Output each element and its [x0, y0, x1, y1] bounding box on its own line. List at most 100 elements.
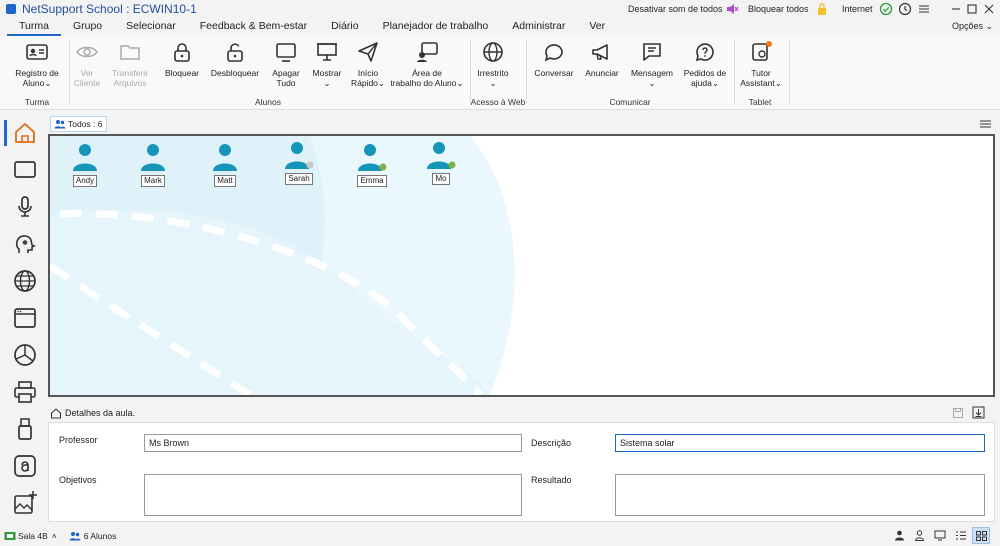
- printer-icon[interactable]: [12, 379, 38, 405]
- microphone-icon[interactable]: [12, 194, 38, 220]
- result-field[interactable]: [615, 474, 985, 516]
- view-menu-icon[interactable]: [980, 119, 991, 129]
- view-client-button[interactable]: Ver Cliente: [72, 40, 102, 88]
- student-tile[interactable]: Matt: [210, 142, 240, 187]
- show-button[interactable]: Mostrar ⌄: [310, 40, 344, 88]
- group-users-icon: [54, 120, 66, 129]
- transfer-files-line1: Transferir: [111, 68, 149, 78]
- minimize-icon[interactable]: [950, 3, 962, 15]
- help-requests-button[interactable]: Pedidos de ajuda⌄: [680, 40, 730, 88]
- student-tile[interactable]: Sarah: [284, 140, 314, 185]
- tab-turma[interactable]: Turma: [7, 18, 61, 36]
- classroom-view[interactable]: Andy Mark Matt Sarah Emma Mo: [48, 134, 995, 397]
- speaker-mute-icon: [726, 4, 739, 14]
- all-students-tab[interactable]: Todos : 6: [50, 116, 107, 132]
- ribbon-separator: [69, 40, 70, 104]
- group-label-students: Alunos: [255, 97, 281, 107]
- unrestricted-label: Irrestrito: [477, 68, 509, 78]
- ribbon-separator: [734, 40, 735, 104]
- icon-view-button[interactable]: [972, 527, 990, 544]
- ribbon: Registro de Aluno⌄ Ver Cliente Transferi…: [0, 36, 1000, 110]
- result-label: Resultado: [531, 475, 572, 485]
- announce-button[interactable]: Anunciar: [582, 40, 622, 78]
- student-tile[interactable]: Mo: [426, 140, 456, 185]
- quick-launch-button[interactable]: Início Rápido⌄: [348, 40, 388, 88]
- menu-bar: Turma Grupo Selecionar Feedback & Bem-es…: [0, 18, 1000, 36]
- grid-view-icon: [976, 531, 987, 541]
- student-register-line2: Aluno: [22, 78, 45, 88]
- tab-administrar[interactable]: Administrar: [500, 18, 577, 36]
- teacher-field[interactable]: Ms Brown: [144, 434, 522, 452]
- description-field[interactable]: Sistema solar: [615, 434, 985, 452]
- usb-drive-icon[interactable]: [12, 416, 38, 442]
- student-desktop-button[interactable]: Área de trabalho do Aluno⌄: [386, 40, 468, 88]
- window-title: NetSupport School : ECWIN10-1: [22, 2, 197, 16]
- hamburger-menu-icon[interactable]: [918, 3, 930, 15]
- close-icon[interactable]: [983, 3, 995, 15]
- blank-all-button[interactable]: Apagar Tudo: [268, 40, 304, 88]
- mute-all-label: Desativar som de todos: [628, 4, 723, 14]
- lock-button[interactable]: Bloquear: [163, 40, 201, 78]
- export-icon[interactable]: [972, 406, 985, 419]
- tab-feedback[interactable]: Feedback & Bem-estar: [188, 18, 319, 36]
- tab-ver[interactable]: Ver: [577, 18, 617, 36]
- browser-window-icon[interactable]: [12, 305, 38, 331]
- user-outline-icon[interactable]: [914, 530, 925, 541]
- tab-planejador[interactable]: Planejador de trabalho: [371, 18, 501, 36]
- tab-diario[interactable]: Diário: [319, 18, 370, 36]
- unlock-button[interactable]: Desbloquear: [208, 40, 262, 78]
- eye-icon: [76, 46, 98, 58]
- help-bubble-icon: [695, 43, 714, 62]
- student-register-button[interactable]: Registro de Aluno⌄: [8, 40, 66, 88]
- group-label-class: Turma: [24, 97, 50, 107]
- help-requests-line2: ajuda: [691, 78, 712, 88]
- tab-grupo[interactable]: Grupo: [61, 18, 114, 36]
- user-filled-icon[interactable]: [894, 530, 905, 541]
- room-label[interactable]: Sala 4B: [18, 531, 48, 541]
- student-user-icon: [285, 142, 314, 169]
- screen-icon[interactable]: [12, 157, 38, 183]
- objectives-label: Objetivos: [59, 475, 97, 485]
- announce-label: Anunciar: [585, 68, 619, 78]
- screen-small-icon[interactable]: [934, 530, 946, 541]
- quick-launch-line1: Início: [357, 68, 379, 78]
- image-add-icon[interactable]: [12, 490, 38, 516]
- text-a-icon[interactable]: [12, 453, 38, 479]
- internet-status[interactable]: Internet: [842, 0, 893, 18]
- room-chevron-icon[interactable]: ˄: [52, 531, 57, 541]
- maximize-icon[interactable]: [966, 3, 978, 15]
- show-label: Mostrar: [312, 68, 342, 78]
- globe-icon[interactable]: [12, 268, 38, 294]
- lesson-details-panel: Professor Ms Brown Descrição Sistema sol…: [48, 422, 995, 522]
- chat-button[interactable]: Conversar: [532, 40, 576, 78]
- list-view-icon[interactable]: [955, 530, 967, 541]
- group-label-communicate: Comunicar: [609, 97, 651, 107]
- tab-selecionar[interactable]: Selecionar: [114, 18, 188, 36]
- pie-chart-icon[interactable]: [12, 342, 38, 368]
- student-tile[interactable]: Emma: [357, 142, 387, 187]
- lock-all-button[interactable]: Bloquear todos: [748, 0, 829, 18]
- student-tile[interactable]: Mark: [138, 142, 168, 187]
- student-name: Emma: [357, 175, 387, 187]
- home-icon[interactable]: [12, 120, 38, 146]
- description-label: Descrição: [531, 438, 572, 448]
- chat-label: Conversar: [534, 68, 574, 78]
- tablet-gear-icon: [752, 41, 772, 61]
- ribbon-separator: [526, 40, 527, 104]
- tutor-assistant-button[interactable]: Tutor Assistant⌄: [738, 40, 784, 88]
- students-icon: [69, 532, 81, 541]
- objectives-field[interactable]: [144, 474, 522, 516]
- transfer-files-button[interactable]: Transferir Arquivos: [108, 40, 152, 88]
- classroom-background: [50, 136, 515, 395]
- head-asterisk-icon[interactable]: [12, 231, 38, 257]
- message-button[interactable]: Mensagem ⌄: [628, 40, 676, 88]
- unrestricted-web-button[interactable]: Irrestrito ⌄: [474, 40, 512, 88]
- active-indicator: [4, 120, 7, 146]
- lock-icon: [174, 43, 190, 62]
- view-client-line2: Cliente: [73, 78, 101, 88]
- save-icon[interactable]: [952, 407, 964, 419]
- clock-icon[interactable]: [898, 2, 912, 16]
- options-menu[interactable]: Opções ⌄: [952, 21, 993, 32]
- mute-all-button[interactable]: Desativar som de todos: [628, 0, 739, 18]
- student-tile[interactable]: Andy: [70, 142, 100, 187]
